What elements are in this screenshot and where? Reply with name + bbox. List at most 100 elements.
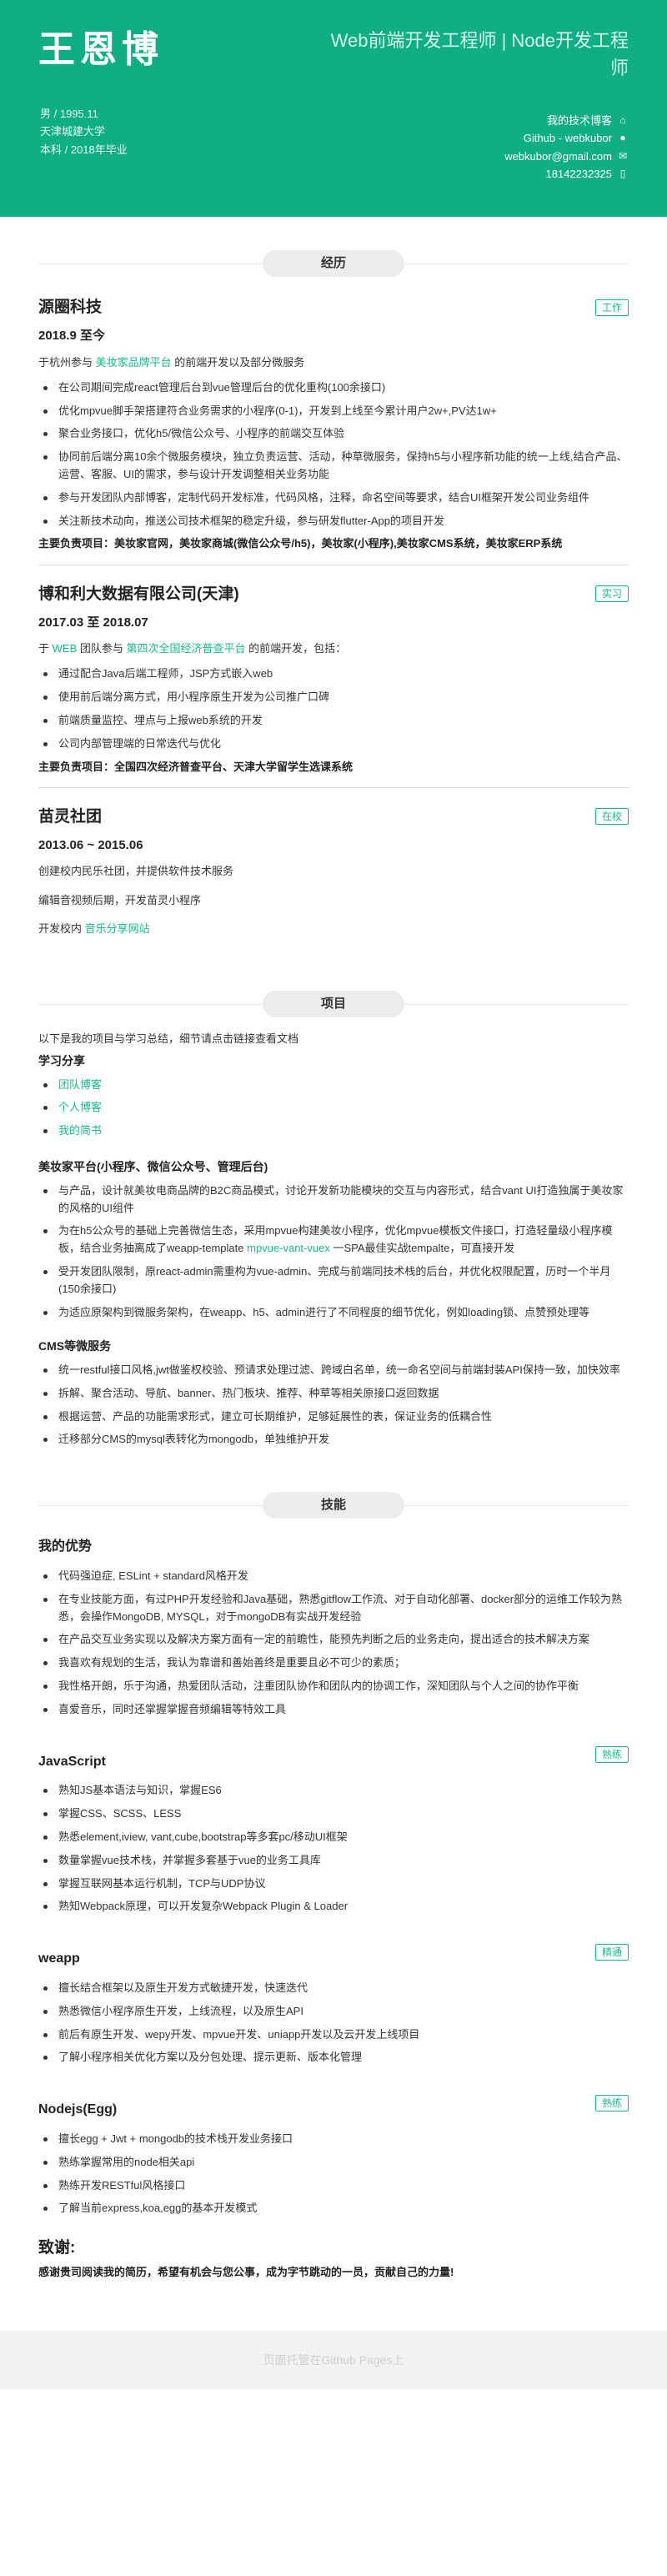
list-item: 熟练开发RESTful风格接口: [38, 2177, 629, 2195]
skill-level-tag: 熟练: [594, 2094, 629, 2112]
list-item: 熟悉element,iview, vant,cube,bootstrap等多套p…: [38, 1829, 629, 1846]
job-line: 创建校内民乐社团，并提供软件技术服务: [38, 865, 234, 878]
list-item: 根据运营、产品的功能需求形式，建立可长期维护，足够延展性的表，保证业务的低耦合性: [38, 1409, 629, 1426]
meta-university: 天津城建大学: [40, 125, 106, 138]
section-experience-title: 经历: [263, 250, 404, 277]
intro-link[interactable]: 第四次全国经济普查平台: [126, 642, 245, 655]
intro-link[interactable]: 美妆家品牌平台: [96, 356, 172, 369]
job-miaoling: 苗灵社团 在校 2013.06 ~ 2015.06 创建校内民乐社团，并提供软件技…: [38, 800, 629, 957]
meta-gender-birth: 男 / 1995.11: [40, 108, 98, 120]
contact-list: 我的技术博客 ⌂ Github - webkubor ● webkubor@gmai…: [504, 112, 629, 183]
list-item: 在专业技能方面，有过PHP开发经验和Java基础，熟悉gitflow工作流、对于…: [38, 1591, 629, 1626]
skill-level-tag: 熟练: [594, 1745, 629, 1763]
list-item: 熟知JS基本语法与知识，掌握ES6: [38, 1782, 629, 1800]
list-item: 关注新技术动向，推送公司技术框架的稳定升级，参与研发flutter-App的项目…: [38, 513, 629, 530]
advantages-title: 我的优势: [38, 1539, 93, 1554]
list-item: 迁移部分CMS的mysql表转化为mongodb，单独维护开发: [38, 1431, 629, 1449]
page-footer: 页面托管在Github Pages上: [0, 2330, 667, 2389]
list-item: 拆解、聚合活动、导航、banner、热门板块、推荐、种草等相关原接口返回数据: [38, 1385, 629, 1403]
job-main-projects: 主要负责项目：全国四次经济普查平台、天津大学留学生选课系统: [38, 760, 354, 773]
list-item: 使用前后端分离方式，用小程序原生开发为公司推广口碑: [38, 689, 629, 706]
list-item: 聚合业务接口，优化h5/微信公众号、小程序的前端交互体验: [38, 425, 629, 443]
intro-text: 于: [38, 642, 53, 655]
skill-level-tag: 精通: [594, 1943, 629, 1961]
job-tag: 实习: [594, 585, 629, 603]
phone-icon: ▯: [619, 168, 626, 180]
projects-intro: 以下是我的项目与学习总结，细节请点击链接查看文档: [38, 1032, 299, 1045]
intro-link[interactable]: WEB: [53, 642, 78, 655]
jianshu-link[interactable]: 我的简书: [38, 1122, 629, 1140]
candidate-title: Web前端开发工程师 | Node开发工程师: [330, 30, 629, 78]
list-item: 擅长egg + Jwt + mongodb的技术栈开发业务接口: [38, 2131, 629, 2148]
list-item: 我喜欢有规划的生活，我认为靠谱和善始善终是重要且必不可少的素质；: [38, 1655, 629, 1672]
project-items: 统一restful接口风格,jwt做鉴权校验、预请求处理过滤、跨域白名单，统一命…: [38, 1362, 629, 1449]
section-projects-title: 项目: [263, 990, 404, 1017]
skill-name: JavaScript: [38, 1754, 106, 1769]
list-item: 了解当前express,koa,egg的基本开发模式: [38, 2200, 629, 2217]
list-item: 在产品交互业务实现以及解决方案方面有一定的前瞻性，能预先判断之后的业务走向，提出…: [38, 1631, 629, 1649]
skill-items: 熟知JS基本语法与知识，掌握ES6 掌握CSS、SCSS、LESS 熟悉elem…: [38, 1782, 629, 1916]
list-item: 为适应原架构到微服务架构，在weapp、h5、admin进行了不同程度的细节优化…: [38, 1304, 629, 1322]
thanks-title: 致谢:: [38, 2239, 76, 2257]
team-blog-link[interactable]: 团队博客: [38, 1077, 629, 1094]
github-icon: ●: [619, 132, 626, 144]
skill-name: weapp: [38, 1951, 80, 1966]
skill-group-javascript: JavaScript 熟练: [38, 1737, 629, 1773]
list-item-text: 一SPA最佳实战tempalte，可直接开发: [329, 1242, 515, 1255]
job-period: 2013.06 ~ 2015.06: [38, 838, 143, 853]
list-item: 熟悉微信小程序原生开发，上线流程，以及原生API: [38, 2003, 629, 2021]
list-item: 协同前后端分离10余个微服务模块，独立负责运营、活动，种草微服务，保持h5与小程…: [38, 449, 629, 484]
list-item: 受开发团队限制，原react-admin需重构为vue-admin、完成与前端同…: [38, 1263, 629, 1298]
list-item: 数量掌握vue技术栈，并掌握多套基于vue的业务工具库: [38, 1852, 629, 1870]
project-items: 与产品，设计就美妆电商品牌的B2C商品模式，讨论开发新功能模块的交互与内容形式，…: [38, 1183, 629, 1322]
contact-blog[interactable]: 我的技术博客 ⌂: [504, 112, 629, 129]
intro-text: 开发校内: [38, 921, 85, 935]
advantages-list: 代码强迫症, ESLint + standard风格开发 在专业技能方面，有过P…: [38, 1568, 629, 1719]
list-item: 我性格开朗，乐于沟通，热爱团队活动，注重团队协作和团队内的协调工作，深知团队与个…: [38, 1678, 629, 1695]
list-item: 统一restful接口风格,jwt做鉴权校验、预请求处理过滤、跨域白名单，统一命…: [38, 1362, 629, 1379]
contact-email[interactable]: webkubor@gmail.com ✉: [504, 148, 629, 165]
list-item: 通过配合Java后端工程师，JSP方式嵌入web: [38, 665, 629, 683]
intro-text: 于杭州参与: [38, 355, 96, 369]
contact-github[interactable]: Github - webkubor ●: [504, 129, 629, 147]
list-item: 与产品，设计就美妆电商品牌的B2C商品模式，讨论开发新功能模块的交互与内容形式，…: [38, 1183, 629, 1218]
resume-header: 王恩博 Web前端开发工程师 | Node开发工程师 男 / 1995.11 天…: [0, 0, 667, 217]
contact-blog-text[interactable]: 我的技术博客: [547, 112, 612, 129]
list-item: 优化mpvue脚手架搭建符合业务需求的小程序(0-1)，开发到上线至今累计用户2…: [38, 403, 629, 420]
job-intro: 于杭州参与 美妆家品牌平台 的前端开发以及部分微服务: [38, 354, 629, 371]
meta-degree: 本科 / 2018年毕业: [40, 143, 128, 156]
project-title: 美妆家平台(小程序、微信公众号、管理后台): [38, 1160, 268, 1174]
job-tag: 工作: [594, 299, 629, 316]
list-item: 前端质量监控、埋点与上报web系统的开发: [38, 712, 629, 730]
music-site-link[interactable]: 音乐分享网站: [85, 922, 150, 935]
job-period: 2018.9 至今: [38, 329, 106, 344]
project-title: CMS等微服务: [38, 1339, 112, 1353]
intro-text: 的前端开发，包括：: [245, 642, 347, 655]
job-line: 编辑音视频后期，开发苗灵小程序: [38, 893, 202, 906]
contact-github-text[interactable]: Github - webkubor: [524, 129, 612, 147]
skill-group-nodejs: Nodejs(Egg) 熟练: [38, 2085, 629, 2121]
list-item: 熟练掌握常用的node相关api: [38, 2154, 629, 2172]
section-projects: 项目: [38, 989, 629, 1022]
section-skills: 技能: [38, 1490, 629, 1524]
study-links: 团队博客 个人博客 我的简书: [38, 1077, 629, 1140]
list-item: 掌握CSS、SCSS、LESS: [38, 1805, 629, 1823]
contact-phone: 18142232325 ▯: [504, 165, 629, 183]
job-line: 开发校内 音乐分享网站: [38, 921, 629, 937]
intro-text: 团队参与: [77, 642, 127, 655]
list-item: 参与开发团队内部博客，定制代码开发标准，代码风格，注释，命名空间等要求，结合UI…: [38, 490, 629, 507]
job-intro: 于 WEB 团队参与 第四次全国经济普查平台 的前端开发，包括：: [38, 640, 629, 657]
personal-blog-link[interactable]: 个人博客: [38, 1099, 629, 1117]
list-item: 前后有原生开发、wepy开发、mpvue开发、uniapp开发以及云开发上线项目: [38, 2026, 629, 2044]
template-link[interactable]: mpvue-vant-vuex: [247, 1242, 330, 1254]
list-item: 代码强迫症, ESLint + standard风格开发: [38, 1568, 629, 1585]
job-duties: 在公司期间完成react管理后台到vue管理后台的优化重构(100余接口) 优化…: [38, 379, 629, 530]
job-tag: 在校: [594, 808, 629, 826]
job-yuanquan: 源圈科技 工作 2018.9 至今 于杭州参与 美妆家品牌平台 的前端开发以及部分…: [38, 290, 629, 565]
section-experience: 经历: [38, 249, 629, 282]
section-skills-title: 技能: [263, 1492, 404, 1519]
contact-email-text[interactable]: webkubor@gmail.com: [504, 148, 612, 165]
list-item: 公司内部管理端的日常迭代与优化: [38, 736, 629, 753]
thanks-text: 感谢贵司阅读我的简历，希望有机会与您公事，成为字节跳动的一员，贡献自己的力量!: [38, 2265, 454, 2278]
skill-name: Nodejs(Egg): [38, 2102, 118, 2117]
